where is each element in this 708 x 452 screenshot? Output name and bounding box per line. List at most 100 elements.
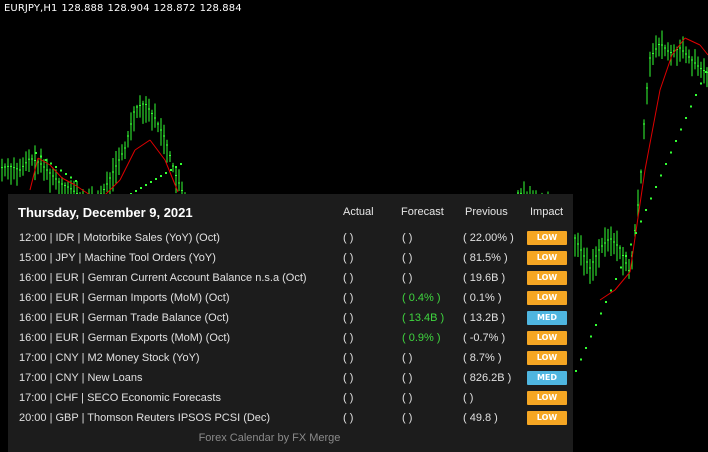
impact-badge: LOW	[527, 351, 567, 365]
sar-dot	[50, 162, 52, 165]
previous-value: ( 22.00% )	[463, 232, 514, 244]
sar-dot	[55, 166, 57, 168]
previous-value: ( 81.5% )	[463, 252, 508, 264]
sar-dot	[40, 155, 42, 158]
actual-value: ( )	[343, 272, 354, 284]
calendar-footer: Forex Calendar by FX Merge	[198, 432, 341, 444]
sar-dot	[620, 266, 622, 269]
header-actual: Actual	[343, 206, 374, 218]
sar-dot	[615, 278, 617, 280]
moving-average-line	[149, 139, 166, 161]
economic-calendar-panel: Thursday, December 9, 2021 Actual Foreca…	[8, 194, 573, 452]
sar-dot	[680, 128, 682, 131]
previous-value: ( 0.1% )	[463, 292, 502, 304]
calendar-row: 20:00 | GBP | Thomson Reuters IPSOS PCSI…	[8, 409, 573, 429]
sar-dot	[575, 370, 577, 372]
impact-badge: LOW	[527, 291, 567, 305]
header-previous: Previous	[465, 206, 508, 218]
calendar-row: 16:00 | EUR | German Trade Balance (Oct)…	[8, 309, 573, 329]
high-price: 128.904	[107, 3, 150, 14]
previous-value: ( 8.7% )	[463, 352, 502, 364]
calendar-date-title: Thursday, December 9, 2021	[18, 205, 193, 220]
sar-dot	[175, 166, 177, 168]
impact-badge: MED	[527, 371, 567, 385]
impact-badge: LOW	[527, 231, 567, 245]
moving-average-line	[134, 139, 151, 151]
sar-dot	[690, 105, 692, 108]
calendar-row: 15:00 | JPY | Machine Tool Orders (YoY) …	[8, 249, 573, 269]
calendar-row: 16:00 | EUR | German Imports (MoM) (Oct)…	[8, 289, 573, 309]
sar-dot	[75, 180, 77, 182]
sar-dot	[35, 152, 37, 154]
sar-dot	[705, 71, 707, 73]
event-label: 17:00 | CNY | M2 Money Stock (YoY)	[19, 352, 200, 364]
event-label: 15:00 | JPY | Machine Tool Orders (YoY)	[19, 252, 216, 264]
event-label: 16:00 | EUR | Gemran Current Account Bal…	[19, 272, 307, 284]
impact-badge: LOW	[527, 271, 567, 285]
forecast-value: ( )	[402, 272, 413, 284]
previous-value: ( 13.2B )	[463, 312, 506, 324]
event-label: 12:00 | IDR | Motorbike Sales (YoY) (Oct…	[19, 232, 220, 244]
moving-average-line	[29, 157, 39, 191]
open-price: 128.888	[61, 3, 104, 14]
event-label: 16:00 | EUR | German Imports (MoM) (Oct)	[19, 292, 230, 304]
sar-dot	[660, 174, 662, 177]
sar-dot	[165, 172, 167, 174]
forecast-value: ( )	[402, 372, 413, 384]
sar-dot	[145, 184, 147, 186]
sar-dot	[640, 220, 642, 223]
sar-dot	[135, 190, 137, 192]
symbol-info-bar: EURJPY,H1 128.888 128.904 128.872 128.884	[4, 3, 246, 14]
previous-value: ( 826.2B )	[463, 372, 512, 384]
calendar-row: 17:00 | CNY | New Loans ( ) ( ) ( 826.2B…	[8, 369, 573, 389]
sar-dot	[585, 347, 587, 349]
sar-dot	[655, 186, 657, 188]
event-label: 17:00 | CHF | SECO Economic Forecasts	[19, 392, 221, 404]
actual-value: ( )	[343, 292, 354, 304]
sar-dot	[645, 209, 647, 211]
forecast-value: ( )	[402, 352, 413, 364]
sar-dot	[605, 301, 607, 303]
event-label: 16:00 | EUR | German Exports (MoM) (Oct)	[19, 332, 231, 344]
close-price: 128.884	[199, 3, 242, 14]
calendar-row: 17:00 | CNY | M2 Money Stock (YoY) ( ) (…	[8, 349, 573, 369]
sar-dot	[650, 197, 652, 200]
sar-dot	[665, 163, 667, 165]
actual-value: ( )	[343, 252, 354, 264]
forecast-value: ( )	[402, 252, 413, 264]
sar-dot	[180, 163, 182, 165]
impact-badge: LOW	[527, 411, 567, 425]
sar-dot	[625, 255, 627, 257]
sar-dot	[60, 169, 62, 172]
symbol-name: EURJPY,H1	[4, 3, 58, 14]
sar-dot	[65, 173, 67, 175]
sar-dot	[700, 82, 702, 85]
moving-average-line	[629, 169, 646, 273]
header-forecast: Forecast	[401, 206, 444, 218]
calendar-row: 16:00 | EUR | German Exports (MoM) (Oct)…	[8, 329, 573, 349]
calendar-row: 16:00 | EUR | Gemran Current Account Bal…	[8, 269, 573, 289]
sar-dot	[140, 187, 142, 189]
sar-dot	[170, 169, 172, 171]
event-label: 16:00 | EUR | German Trade Balance (Oct)	[19, 312, 229, 324]
actual-value: ( )	[343, 372, 354, 384]
previous-value: ( 49.8 )	[463, 412, 498, 424]
impact-badge: LOW	[527, 331, 567, 345]
moving-average-line	[599, 289, 616, 301]
actual-value: ( )	[343, 312, 354, 324]
previous-value: ( -0.7% )	[463, 332, 506, 344]
actual-value: ( )	[343, 412, 354, 424]
moving-average-line	[684, 37, 701, 46]
impact-badge: LOW	[527, 391, 567, 405]
event-label: 20:00 | GBP | Thomson Reuters IPSOS PCSI…	[19, 412, 271, 424]
sar-dot	[675, 140, 677, 142]
moving-average-line	[659, 54, 673, 91]
previous-value: ( )	[463, 392, 474, 404]
calendar-row: 17:00 | CHF | SECO Economic Forecasts ( …	[8, 389, 573, 409]
sar-dot	[630, 243, 632, 246]
moving-average-line	[699, 44, 708, 56]
previous-value: ( 19.6B )	[463, 272, 506, 284]
actual-value: ( )	[343, 352, 354, 364]
sar-dot	[590, 335, 592, 338]
sar-dot	[150, 181, 152, 183]
